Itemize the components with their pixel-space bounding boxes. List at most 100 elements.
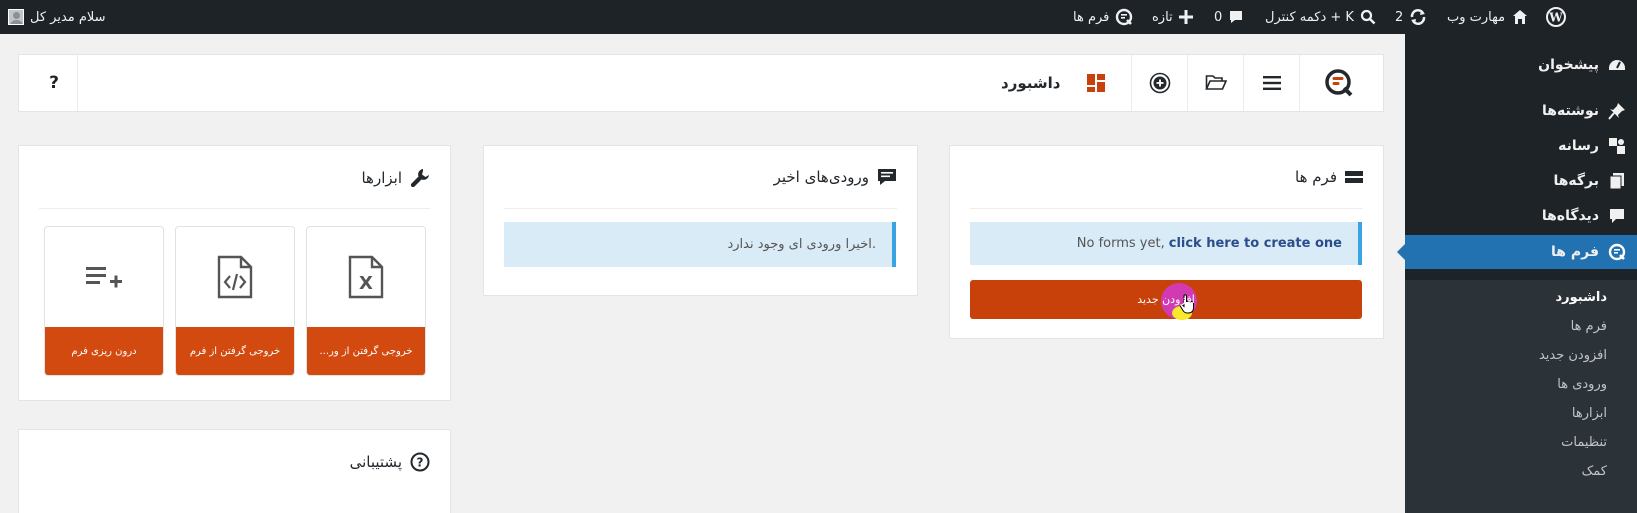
code-file-icon: [176, 227, 294, 327]
forms-logo-icon: [1325, 69, 1353, 97]
entries-card-title: ورودی‌های اخیر: [774, 168, 897, 186]
account-item[interactable]: سلام مدیر کل: [8, 0, 106, 34]
open-folder-button[interactable]: [1188, 55, 1244, 111]
form-bar-icon: [1345, 171, 1363, 183]
forms-card: فرم ها No forms yet, click here to creat…: [949, 145, 1384, 339]
hamburger-icon: [1263, 76, 1281, 90]
pin-icon: [1607, 101, 1627, 121]
media-icon: [1607, 136, 1627, 156]
pages-icon: [1607, 171, 1627, 191]
svg-text:?: ?: [417, 456, 424, 470]
forms-bar-item[interactable]: فرم ها: [1073, 0, 1133, 34]
question-circle-icon: ?: [410, 452, 430, 472]
support-card-title-text: پشتیبانی: [349, 453, 402, 471]
tool-tile-label: خروجی گرفتن از ور...: [307, 327, 425, 375]
updates-count: 2: [1395, 9, 1404, 25]
svg-text:X: X: [359, 273, 373, 294]
tool-tile-import-form[interactable]: درون ریزی فرم: [44, 226, 164, 376]
help-button[interactable]: ?: [29, 55, 79, 111]
search-icon: [1360, 9, 1376, 25]
plus-icon: [1178, 10, 1193, 24]
menu-item-label: برگه‌ها: [1553, 173, 1599, 189]
menu-item-forms[interactable]: فرم ها: [1397, 235, 1637, 269]
plugin-logo: [1314, 55, 1364, 111]
tool-tile-label: خروجی گرفتن از فرم: [176, 327, 294, 375]
recent-entries-card: ورودی‌های اخیر اخیرا ورودی ای وجود ندارد…: [483, 145, 918, 296]
tools-card-title: ابزارها: [361, 168, 430, 188]
submenu-item-forms[interactable]: فرم ها: [1405, 312, 1637, 341]
updates-icon: [1411, 9, 1426, 25]
menu-toggle-button[interactable]: [1244, 55, 1300, 111]
tool-tile-label: درون ریزی فرم: [45, 327, 163, 375]
menu-item-comments[interactable]: دیدگاه‌ها: [1405, 199, 1637, 233]
submenu-item-help[interactable]: کمک: [1405, 457, 1637, 486]
forms-bar-label: فرم ها: [1073, 9, 1110, 25]
dashboard-grid-icon: [1081, 55, 1111, 111]
tools-card-title-text: ابزارها: [361, 169, 402, 187]
comments-item[interactable]: 0: [1214, 0, 1244, 34]
list-add-icon: [45, 227, 163, 327]
wordpress-logo-item[interactable]: W: [1546, 0, 1566, 34]
no-forms-notice: No forms yet, click here to create one: [970, 222, 1362, 265]
new-content-item[interactable]: تازه: [1152, 0, 1193, 34]
menu-item-pages[interactable]: برگه‌ها: [1405, 164, 1637, 198]
site-name-item[interactable]: مهارت وب: [1447, 0, 1529, 34]
search-shortcut-label: دکمه کنترل + K: [1265, 9, 1354, 25]
notice-text: No forms yet,: [1076, 236, 1165, 251]
forms-card-title-text: فرم ها: [1295, 168, 1337, 186]
wrench-icon: [410, 169, 429, 188]
menu-item-label: رسانه: [1558, 138, 1599, 154]
submenu-item-add-new[interactable]: افزودن جدید: [1405, 341, 1637, 370]
toolbar-divider: [77, 55, 78, 111]
tool-tile-export-entries[interactable]: X خروجی گرفتن از ور...: [306, 226, 426, 376]
submenu-item-settings[interactable]: تنظیمات: [1405, 428, 1637, 457]
menu-item-label: دیدگاه‌ها: [1541, 208, 1599, 224]
menu-item-posts[interactable]: نوشته‌ها: [1405, 94, 1637, 128]
no-entries-notice: اخیرا ورودی ای وجود ندارد.: [504, 222, 896, 267]
admin-bar: W مهارت وب 2 دکمه کنترل + K 0 تازه فرم ه…: [0, 0, 1637, 34]
excel-file-icon: X: [307, 227, 425, 327]
admin-menu: پیشخوان نوشته‌ها رسانه برگه‌ها دیدگاه‌ها…: [1397, 34, 1637, 513]
avatar: [8, 9, 24, 25]
menu-item-label: فرم ها: [1551, 244, 1599, 260]
comment-icon: [1607, 206, 1627, 226]
submenu-item-dashboard[interactable]: داشبورد: [1405, 283, 1637, 312]
comment-icon: [878, 169, 896, 185]
toolbar-divider: [1299, 55, 1300, 111]
forms-plugin-icon: [1116, 8, 1133, 26]
tool-tile-export-form[interactable]: خروجی گرفتن از فرم: [175, 226, 295, 376]
submenu-item-tools[interactable]: ابزارها: [1405, 399, 1637, 428]
search-item[interactable]: دکمه کنترل + K: [1265, 0, 1376, 34]
updates-item[interactable]: 2: [1395, 0, 1427, 34]
card-divider: [970, 208, 1363, 209]
plus-circle-icon: [1149, 72, 1171, 94]
create-form-link[interactable]: click here to create one: [1169, 236, 1342, 251]
comments-count: 0: [1214, 9, 1223, 25]
menu-item-media[interactable]: رسانه: [1405, 129, 1637, 163]
site-name: مهارت وب: [1447, 9, 1506, 25]
forms-icon: [1607, 242, 1627, 262]
dashboard-icon: [1607, 55, 1627, 75]
card-divider: [39, 208, 430, 209]
support-card: ? پشتیبانی: [18, 429, 451, 513]
svg-text:W: W: [1548, 11, 1563, 25]
menu-item-label: پیشخوان: [1538, 57, 1599, 73]
no-entries-text: اخیرا ورودی ای وجود ندارد.: [727, 237, 876, 252]
add-form-button[interactable]: [1132, 55, 1188, 111]
card-divider: [504, 208, 897, 209]
page-title: داشبورد: [1001, 74, 1061, 92]
menu-item-dashboard[interactable]: پیشخوان: [1405, 48, 1637, 82]
wordpress-icon: W: [1546, 7, 1566, 27]
submenu-item-entries[interactable]: ورودی ها: [1405, 370, 1637, 399]
support-card-title: ? پشتیبانی: [350, 452, 430, 472]
forms-card-title: فرم ها: [1295, 168, 1363, 186]
new-content-label: تازه: [1152, 9, 1173, 25]
menu-item-label: نوشته‌ها: [1542, 103, 1599, 119]
add-new-button-label: افزودن جدید: [1137, 293, 1195, 306]
entries-card-title-text: ورودی‌های اخیر: [773, 168, 869, 186]
comment-icon: [1230, 11, 1243, 23]
forms-submenu: داشبورد فرم ها افزودن جدید ورودی ها ابزا…: [1405, 280, 1637, 513]
greeting-label: سلام مدیر کل: [30, 9, 106, 25]
forms-toolbar: ? داشبورد: [18, 54, 1384, 112]
folder-open-icon: [1205, 75, 1227, 90]
